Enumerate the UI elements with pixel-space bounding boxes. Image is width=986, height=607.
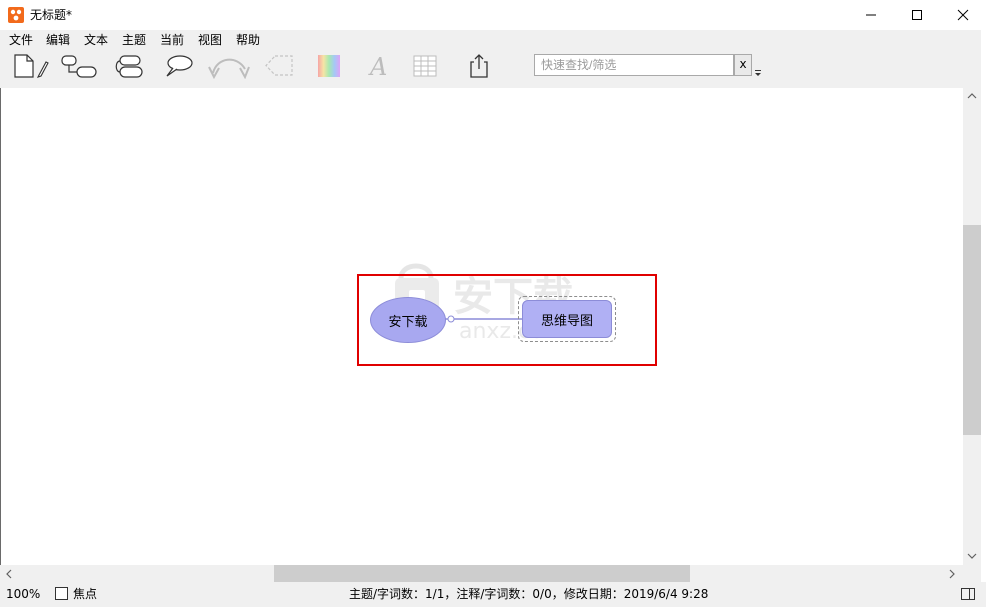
menu-bar: 文件 编辑 文本 主题 当前 视图 帮助 <box>0 30 986 50</box>
highlight-box <box>357 274 657 366</box>
menu-help[interactable]: 帮助 <box>235 32 261 48</box>
menu-text[interactable]: 文本 <box>83 32 109 48</box>
horizontal-scrollbar[interactable] <box>0 565 963 582</box>
menu-view[interactable]: 视图 <box>197 32 223 48</box>
window-edge <box>981 0 986 607</box>
app-logo-icon <box>8 7 24 23</box>
table-button[interactable] <box>410 50 440 82</box>
vertical-scroll-thumb[interactable] <box>963 225 981 435</box>
menu-file[interactable]: 文件 <box>8 32 34 48</box>
export-icon <box>470 54 488 78</box>
relationship-button[interactable] <box>206 50 252 82</box>
scroll-up-icon[interactable] <box>967 92 977 100</box>
window-title: 无标题* <box>30 8 73 22</box>
relationship-arrow-icon <box>208 58 250 79</box>
boundary-button[interactable] <box>262 50 296 82</box>
color-button[interactable] <box>314 50 344 82</box>
title-bar: 无标题* <box>0 0 986 30</box>
callout-icon <box>166 55 193 77</box>
add-subtopic-button[interactable] <box>58 50 100 82</box>
add-subtopic-icon <box>61 55 97 78</box>
focus-checkbox[interactable] <box>55 587 68 600</box>
scroll-right-icon[interactable] <box>948 569 956 579</box>
zoom-level[interactable]: 100% <box>6 587 40 602</box>
menu-edit[interactable]: 编辑 <box>45 32 71 48</box>
new-document-icon <box>14 54 49 78</box>
quick-find-input[interactable] <box>534 54 734 76</box>
minimize-button[interactable] <box>848 0 894 30</box>
toolbar-overflow-icon[interactable] <box>754 69 762 77</box>
close-window-button[interactable] <box>940 0 986 30</box>
toolbar: A <box>0 50 986 88</box>
menu-current[interactable]: 当前 <box>159 32 185 48</box>
search-clear-button[interactable]: x <box>734 54 752 76</box>
add-sibling-topic-button[interactable] <box>110 50 148 82</box>
status-bar: 100% 焦点 主题/字词数：1/1，注释/字词数：0/0，修改日期：2019/… <box>0 582 986 607</box>
close-icon <box>957 9 969 21</box>
vertical-scrollbar[interactable] <box>963 88 981 565</box>
table-icon <box>413 55 437 77</box>
callout-button[interactable] <box>160 50 196 82</box>
scrollbar-corner <box>963 565 981 582</box>
svg-text:A: A <box>368 53 387 79</box>
add-sibling-topic-icon <box>115 55 143 78</box>
color-gradient-icon <box>318 55 340 77</box>
font-button[interactable]: A <box>364 50 392 82</box>
boundary-icon <box>265 55 293 76</box>
maximize-icon <box>912 10 922 20</box>
focus-label: 焦点 <box>73 587 98 601</box>
document-stats: 主题/字词数：1/1，注释/字词数：0/0，修改日期：2019/6/4 9:28 <box>349 587 709 601</box>
side-panel-icon[interactable] <box>960 586 976 602</box>
maximize-button[interactable] <box>894 0 940 30</box>
new-document-button[interactable] <box>10 50 50 82</box>
minimize-icon <box>866 14 876 16</box>
menu-topic[interactable]: 主题 <box>121 32 147 48</box>
font-icon: A <box>368 53 387 79</box>
scroll-left-icon[interactable] <box>5 569 13 579</box>
horizontal-scroll-thumb[interactable] <box>274 565 690 582</box>
scroll-down-icon[interactable] <box>967 552 977 560</box>
export-button[interactable] <box>464 50 494 82</box>
